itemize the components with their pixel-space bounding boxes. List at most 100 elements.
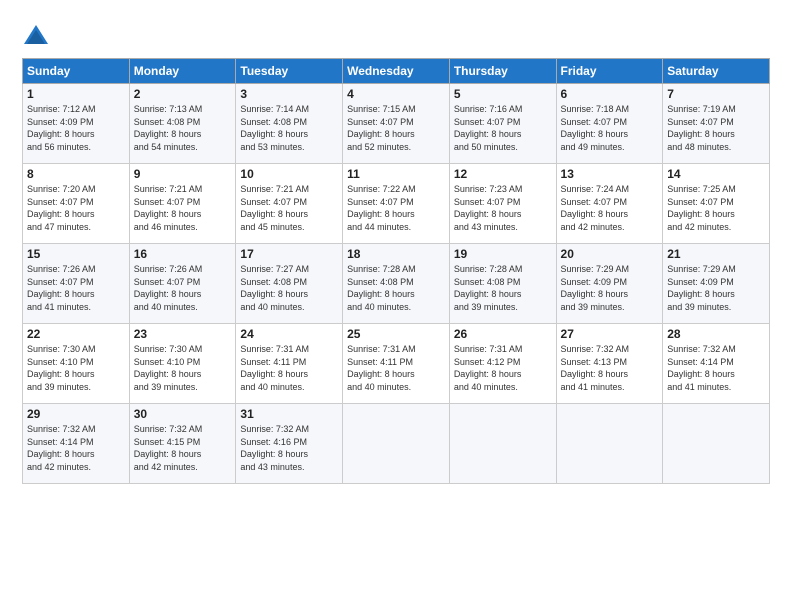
day-number: 5 — [454, 87, 552, 101]
calendar-header-saturday: Saturday — [663, 59, 770, 84]
calendar-cell: 8 Sunrise: 7:20 AM Sunset: 4:07 PM Daylig… — [23, 164, 130, 244]
calendar-cell: 24Sunrise: 7:31 AM Sunset: 4:11 PM Dayli… — [236, 324, 343, 404]
calendar-cell: 14 Sunrise: 7:25 AM Sunset: 4:07 PM Dayli… — [663, 164, 770, 244]
day-info: Sunrise: 7:29 AM Sunset: 4:09 PM Dayligh… — [667, 263, 765, 313]
day-number: 10 — [240, 167, 338, 181]
day-info: Sunrise: 7:13 AM Sunset: 4:08 PM Dayligh… — [134, 103, 232, 153]
logo-icon — [22, 22, 50, 50]
day-number: 26 — [454, 327, 552, 341]
day-info: Sunrise: 7:23 AM Sunset: 4:07 PM Dayligh… — [454, 183, 552, 233]
day-info: Sunrise: 7:30 AM Sunset: 4:10 PM Dayligh… — [27, 343, 125, 393]
day-info: Sunrise: 7:32 AM Sunset: 4:14 PM Dayligh… — [667, 343, 765, 393]
day-number: 11 — [347, 167, 445, 181]
day-number: 25 — [347, 327, 445, 341]
day-info: Sunrise: 7:14 AM Sunset: 4:08 PM Dayligh… — [240, 103, 338, 153]
calendar-header-monday: Monday — [129, 59, 236, 84]
day-number: 21 — [667, 247, 765, 261]
day-number: 20 — [561, 247, 659, 261]
day-info: Sunrise: 7:12 AM Sunset: 4:09 PM Dayligh… — [27, 103, 125, 153]
day-number: 19 — [454, 247, 552, 261]
day-info: Sunrise: 7:20 AM Sunset: 4:07 PM Dayligh… — [27, 183, 125, 233]
calendar-cell: 30Sunrise: 7:32 AM Sunset: 4:15 PM Dayli… — [129, 404, 236, 484]
day-info: Sunrise: 7:21 AM Sunset: 4:07 PM Dayligh… — [134, 183, 232, 233]
day-number: 8 — [27, 167, 125, 181]
calendar-header-sunday: Sunday — [23, 59, 130, 84]
day-number: 16 — [134, 247, 232, 261]
day-number: 13 — [561, 167, 659, 181]
day-info: Sunrise: 7:32 AM Sunset: 4:14 PM Dayligh… — [27, 423, 125, 473]
day-number: 27 — [561, 327, 659, 341]
calendar-cell: 15 Sunrise: 7:26 AM Sunset: 4:07 PM Dayli… — [23, 244, 130, 324]
calendar-week-row: 22 Sunrise: 7:30 AM Sunset: 4:10 PM Dayli… — [23, 324, 770, 404]
calendar-week-row: 29 Sunrise: 7:32 AM Sunset: 4:14 PM Dayli… — [23, 404, 770, 484]
calendar-header-wednesday: Wednesday — [343, 59, 450, 84]
header — [22, 18, 770, 50]
day-info: Sunrise: 7:32 AM Sunset: 4:16 PM Dayligh… — [240, 423, 338, 473]
calendar-page: SundayMondayTuesdayWednesdayThursdayFrid… — [0, 0, 792, 612]
calendar-cell: 20 Sunrise: 7:29 AM Sunset: 4:09 PM Dayli… — [556, 244, 663, 324]
calendar-cell: 12 Sunrise: 7:23 AM Sunset: 4:07 PM Dayli… — [449, 164, 556, 244]
calendar-week-row: 15 Sunrise: 7:26 AM Sunset: 4:07 PM Dayli… — [23, 244, 770, 324]
day-info: Sunrise: 7:24 AM Sunset: 4:07 PM Dayligh… — [561, 183, 659, 233]
day-number: 22 — [27, 327, 125, 341]
calendar-cell: 4 Sunrise: 7:15 AM Sunset: 4:07 PM Daylig… — [343, 84, 450, 164]
calendar-cell: 18Sunrise: 7:28 AM Sunset: 4:08 PM Dayli… — [343, 244, 450, 324]
calendar-cell: 22 Sunrise: 7:30 AM Sunset: 4:10 PM Dayli… — [23, 324, 130, 404]
calendar-cell: 25 Sunrise: 7:31 AM Sunset: 4:11 PM Dayli… — [343, 324, 450, 404]
day-info: Sunrise: 7:31 AM Sunset: 4:11 PM Dayligh… — [347, 343, 445, 393]
calendar-cell: 31 Sunrise: 7:32 AM Sunset: 4:16 PM Dayli… — [236, 404, 343, 484]
calendar-cell: 6 Sunrise: 7:18 AM Sunset: 4:07 PM Daylig… — [556, 84, 663, 164]
day-info: Sunrise: 7:32 AM Sunset: 4:15 PM Dayligh… — [134, 423, 232, 473]
calendar-cell — [449, 404, 556, 484]
day-number: 15 — [27, 247, 125, 261]
day-info: Sunrise: 7:28 AM Sunset: 4:08 PM Dayligh… — [454, 263, 552, 313]
day-number: 9 — [134, 167, 232, 181]
calendar-cell — [663, 404, 770, 484]
calendar-cell: 19 Sunrise: 7:28 AM Sunset: 4:08 PM Dayli… — [449, 244, 556, 324]
calendar-cell — [556, 404, 663, 484]
day-number: 14 — [667, 167, 765, 181]
calendar-week-row: 1Sunrise: 7:12 AM Sunset: 4:09 PM Daylig… — [23, 84, 770, 164]
calendar-cell: 28 Sunrise: 7:32 AM Sunset: 4:14 PM Dayli… — [663, 324, 770, 404]
day-info: Sunrise: 7:29 AM Sunset: 4:09 PM Dayligh… — [561, 263, 659, 313]
calendar-cell: 13 Sunrise: 7:24 AM Sunset: 4:07 PM Dayli… — [556, 164, 663, 244]
day-info: Sunrise: 7:30 AM Sunset: 4:10 PM Dayligh… — [134, 343, 232, 393]
day-number: 29 — [27, 407, 125, 421]
calendar-header-tuesday: Tuesday — [236, 59, 343, 84]
calendar-cell — [343, 404, 450, 484]
day-info: Sunrise: 7:21 AM Sunset: 4:07 PM Dayligh… — [240, 183, 338, 233]
calendar-cell: 1Sunrise: 7:12 AM Sunset: 4:09 PM Daylig… — [23, 84, 130, 164]
day-number: 6 — [561, 87, 659, 101]
calendar-header-row: SundayMondayTuesdayWednesdayThursdayFrid… — [23, 59, 770, 84]
day-number: 28 — [667, 327, 765, 341]
calendar-cell: 11 Sunrise: 7:22 AM Sunset: 4:07 PM Dayli… — [343, 164, 450, 244]
day-info: Sunrise: 7:22 AM Sunset: 4:07 PM Dayligh… — [347, 183, 445, 233]
day-info: Sunrise: 7:27 AM Sunset: 4:08 PM Dayligh… — [240, 263, 338, 313]
day-info: Sunrise: 7:15 AM Sunset: 4:07 PM Dayligh… — [347, 103, 445, 153]
day-info: Sunrise: 7:26 AM Sunset: 4:07 PM Dayligh… — [134, 263, 232, 313]
day-number: 4 — [347, 87, 445, 101]
day-number: 18 — [347, 247, 445, 261]
calendar-cell: 21 Sunrise: 7:29 AM Sunset: 4:09 PM Dayli… — [663, 244, 770, 324]
day-number: 12 — [454, 167, 552, 181]
day-info: Sunrise: 7:25 AM Sunset: 4:07 PM Dayligh… — [667, 183, 765, 233]
calendar-cell: 9 Sunrise: 7:21 AM Sunset: 4:07 PM Daylig… — [129, 164, 236, 244]
calendar-cell: 23 Sunrise: 7:30 AM Sunset: 4:10 PM Dayli… — [129, 324, 236, 404]
calendar-cell: 10 Sunrise: 7:21 AM Sunset: 4:07 PM Dayli… — [236, 164, 343, 244]
day-info: Sunrise: 7:26 AM Sunset: 4:07 PM Dayligh… — [27, 263, 125, 313]
day-number: 31 — [240, 407, 338, 421]
calendar-cell: 26Sunrise: 7:31 AM Sunset: 4:12 PM Dayli… — [449, 324, 556, 404]
day-number: 17 — [240, 247, 338, 261]
calendar-cell: 16 Sunrise: 7:26 AM Sunset: 4:07 PM Dayli… — [129, 244, 236, 324]
day-number: 2 — [134, 87, 232, 101]
day-number: 3 — [240, 87, 338, 101]
day-number: 23 — [134, 327, 232, 341]
day-number: 24 — [240, 327, 338, 341]
calendar-cell: 7Sunrise: 7:19 AM Sunset: 4:07 PM Daylig… — [663, 84, 770, 164]
calendar-cell: 17 Sunrise: 7:27 AM Sunset: 4:08 PM Dayli… — [236, 244, 343, 324]
calendar-week-row: 8 Sunrise: 7:20 AM Sunset: 4:07 PM Daylig… — [23, 164, 770, 244]
calendar-cell: 3 Sunrise: 7:14 AM Sunset: 4:08 PM Daylig… — [236, 84, 343, 164]
calendar-header-thursday: Thursday — [449, 59, 556, 84]
day-info: Sunrise: 7:18 AM Sunset: 4:07 PM Dayligh… — [561, 103, 659, 153]
calendar-cell: 27Sunrise: 7:32 AM Sunset: 4:13 PM Dayli… — [556, 324, 663, 404]
